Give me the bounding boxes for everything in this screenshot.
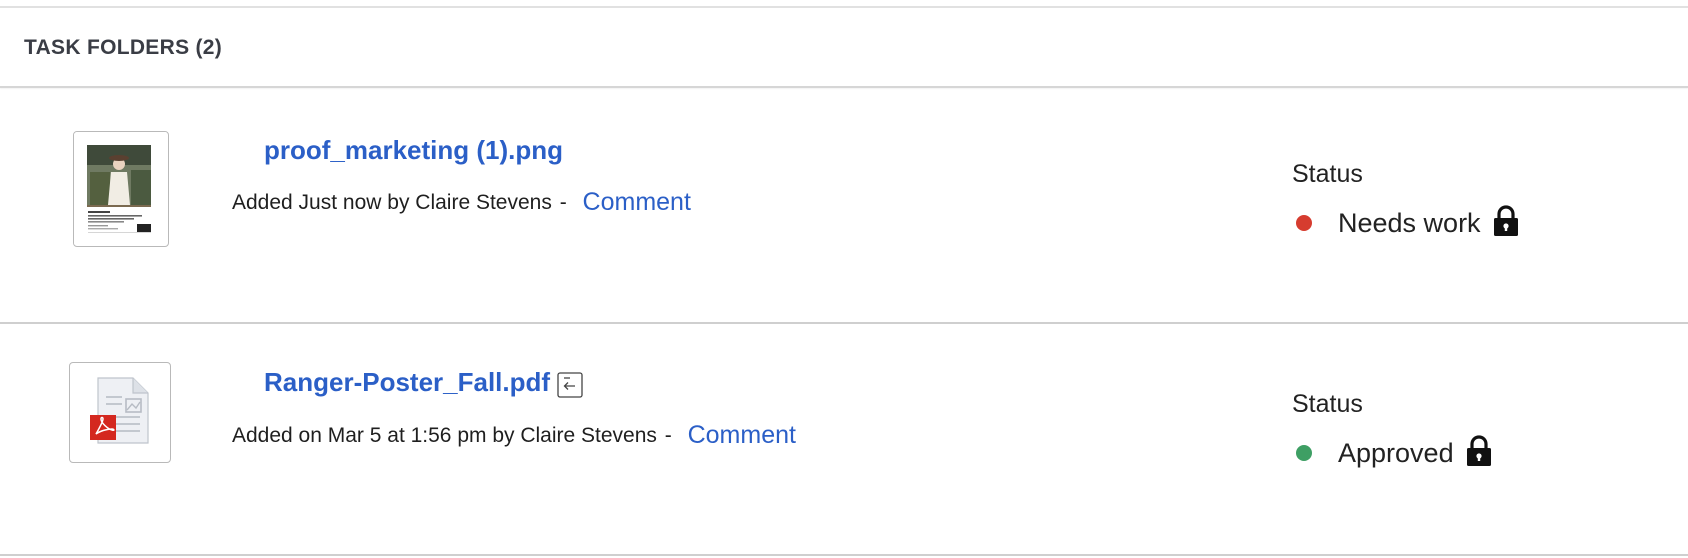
comment-link[interactable]: Comment (688, 421, 796, 449)
status-label: Status (1292, 160, 1363, 188)
pdf-file-icon (90, 377, 149, 444)
file-meta: Added on Mar 5 at 1:56 pm by Claire Stev… (232, 420, 796, 449)
section-title: TASK FOLDERS (2) (24, 36, 223, 59)
file-thumbnail[interactable] (73, 131, 169, 247)
task-folders-header: TASK FOLDERS (2) (0, 8, 1688, 88)
lock-icon (1493, 205, 1518, 236)
file-meta: Added Just now by Claire Stevens - Comme… (232, 187, 691, 216)
added-info: Added Just now by Claire Stevens (232, 191, 552, 214)
status-dot-icon (1296, 215, 1312, 231)
file-row: proof_marketing (1).png Added Just now b… (0, 88, 1688, 324)
comment-link[interactable]: Comment (583, 188, 691, 216)
status-indicator: Needs work (1292, 205, 1519, 239)
file-thumbnail[interactable] (69, 362, 171, 463)
lock-icon (1466, 435, 1491, 466)
status-value: Approved (1338, 437, 1454, 468)
added-info: Added on Mar 5 at 1:56 pm by Claire Stev… (232, 424, 657, 447)
image-thumbnail (74, 132, 167, 245)
status-dot-icon (1296, 445, 1312, 461)
meta-separator: - (664, 424, 672, 447)
file-row: Ranger-Poster_Fall.pdf Added on Mar 5 at… (0, 324, 1688, 556)
status-label: Status (1292, 390, 1363, 418)
file-name-link[interactable]: proof_marketing (1).png (264, 135, 563, 166)
replace-version-icon[interactable] (557, 372, 583, 398)
status-value: Needs work (1338, 207, 1481, 238)
file-name-link[interactable]: Ranger-Poster_Fall.pdf (264, 367, 550, 398)
meta-separator: - (559, 191, 567, 214)
status-block: Status Needs work (1292, 160, 1519, 239)
status-indicator: Approved (1292, 435, 1492, 469)
status-block: Status Approved (1292, 390, 1492, 469)
